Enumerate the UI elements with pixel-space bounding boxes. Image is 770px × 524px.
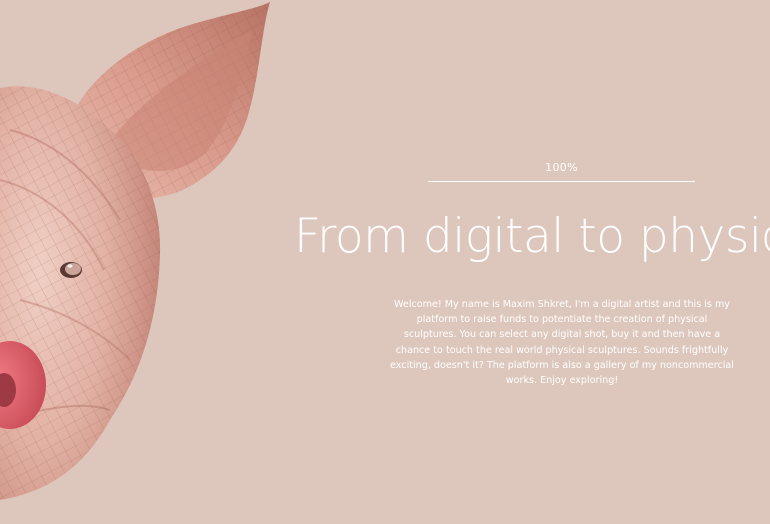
hero-headline: From digital to physical (294, 209, 770, 264)
progress-bar-fill (428, 181, 695, 182)
intro-text: Welcome! My name is Maxim Shkret, I'm a … (390, 299, 734, 387)
progress-label: 100% (545, 161, 578, 174)
progress-indicator: 100% (428, 160, 695, 182)
pig-sculpture-image (0, 2, 270, 501)
progress-bar (428, 181, 695, 182)
landing-page: 100% From digital to physical Welcome! M… (0, 0, 770, 524)
